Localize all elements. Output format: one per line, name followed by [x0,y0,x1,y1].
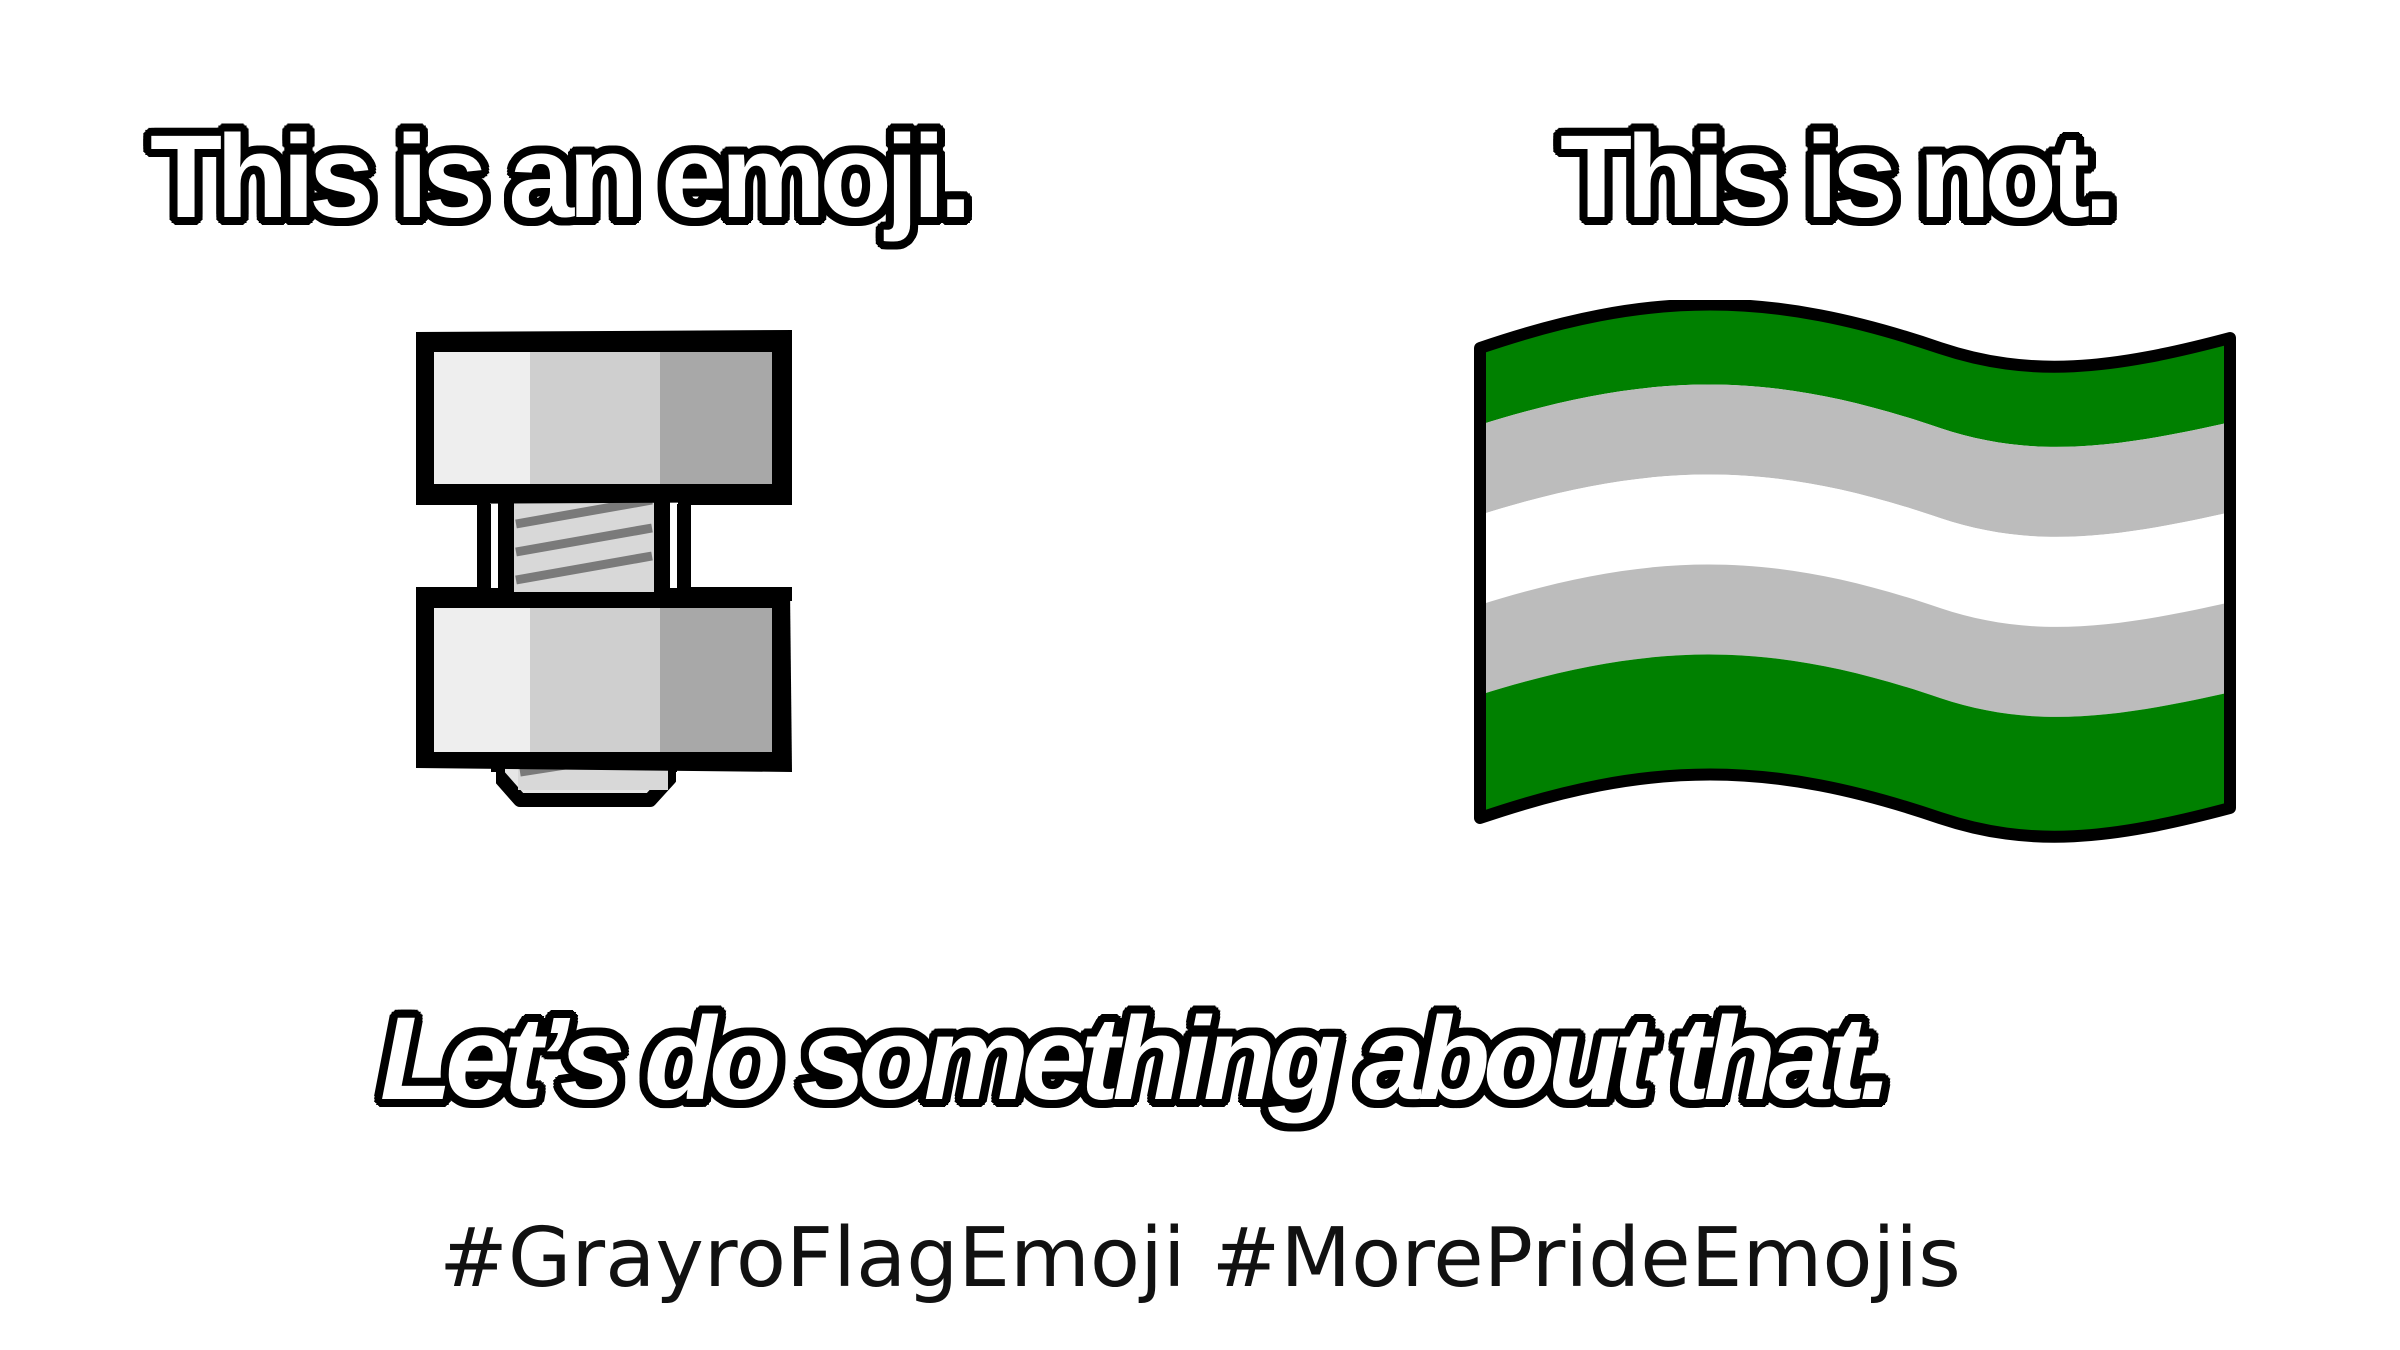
poster: This is an emoji. This is not. Let’s do … [0,0,2400,1350]
heading-right: This is not. [1560,111,2117,243]
hashtags: #GrayroFlagEmoji #MorePrideEmojis [0,1218,2400,1300]
tagline: Let’s do something about that. [380,993,1892,1125]
nut-and-bolt-icon [400,330,800,840]
heading-left: This is an emoji. [150,111,972,243]
hashtag-grayro-flag-emoji[interactable]: #GrayroFlagEmoji [439,1211,1186,1306]
flag-stripes [1480,304,2230,837]
grayro-flag-icon [1474,300,2236,843]
hashtag-more-pride-emojis[interactable]: #MorePrideEmojis [1212,1211,1961,1306]
